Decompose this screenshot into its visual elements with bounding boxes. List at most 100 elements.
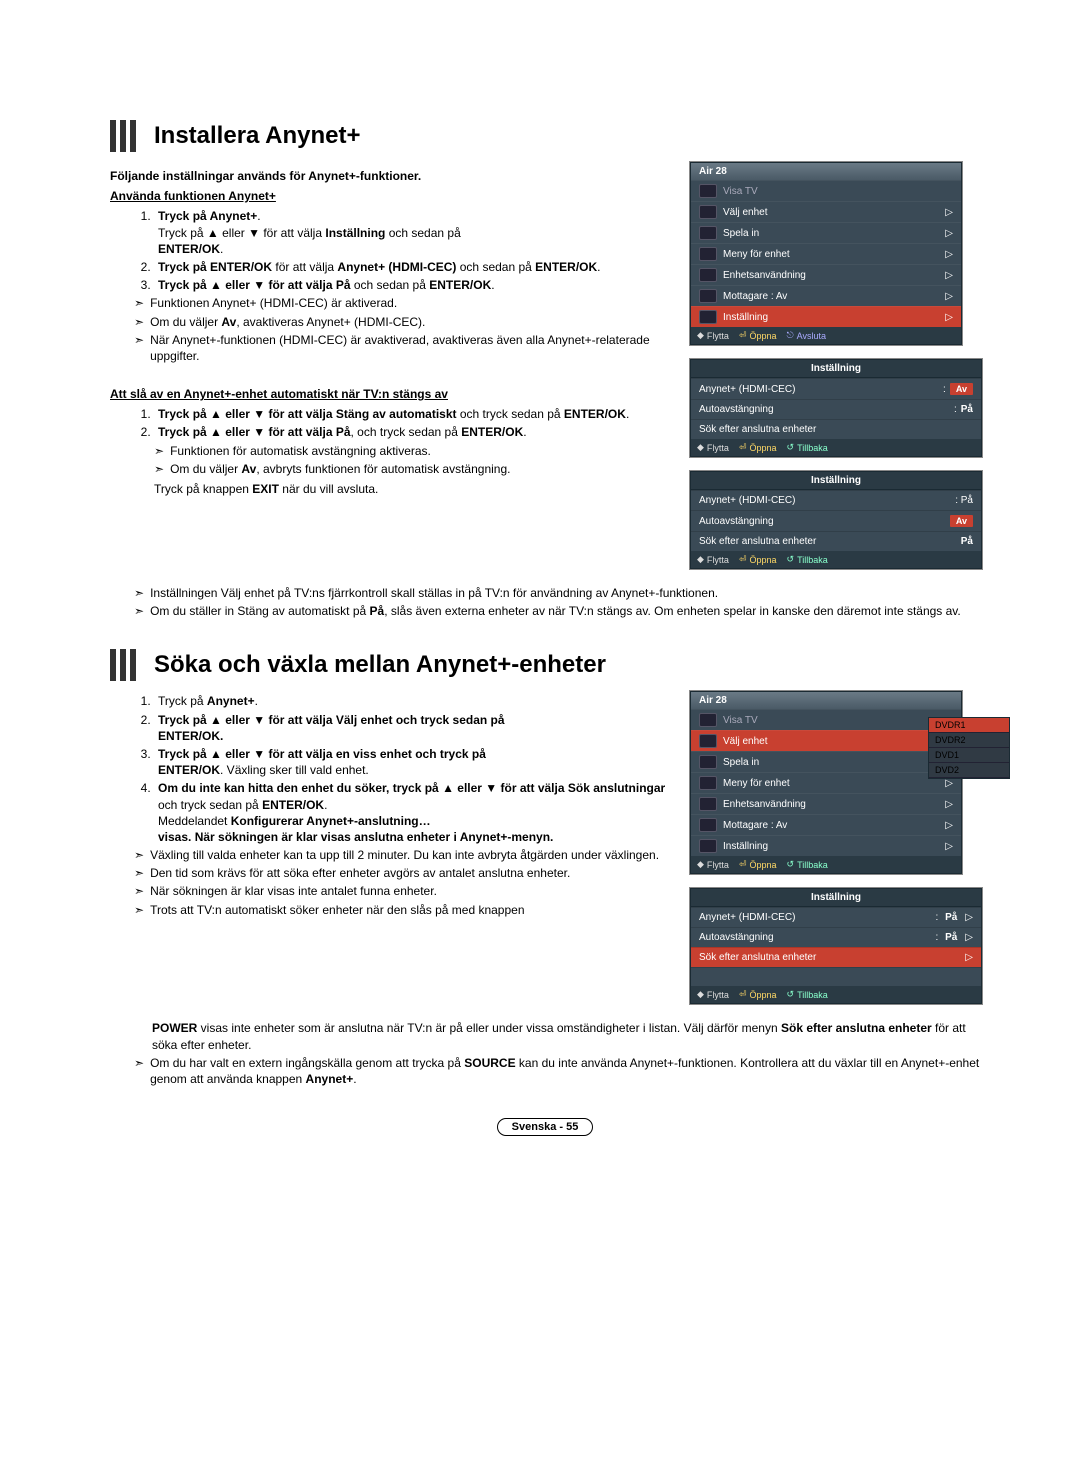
setting-sok: Sök efter anslutna enheter bbox=[699, 536, 961, 547]
osd-air: Air 28 bbox=[691, 692, 961, 709]
use-icon bbox=[699, 797, 717, 811]
device-icon bbox=[699, 734, 717, 748]
exit-icon: ⎋ bbox=[787, 330, 794, 341]
footer-flytta: Flytta bbox=[707, 555, 729, 565]
osd-meny-enhet: Meny för enhet bbox=[723, 249, 941, 260]
setting-autooff: Autoavstängning bbox=[699, 516, 946, 527]
menu-icon bbox=[699, 247, 717, 261]
note-icon: ➣ bbox=[134, 332, 144, 364]
osd-settings-av: Inställning Anynet+ (HDMI-CEC):Av Autoav… bbox=[690, 359, 982, 457]
setting-val-pa: På bbox=[945, 912, 957, 923]
b-note-2: Om du väljer Av, avbryts funktionen för … bbox=[170, 461, 676, 477]
menu-icon bbox=[699, 776, 717, 790]
note-1: Funktionen Anynet+ (HDMI-CEC) är aktiver… bbox=[150, 295, 676, 311]
note-icon: ➣ bbox=[134, 847, 144, 863]
osd-title: Inställning bbox=[691, 360, 981, 378]
osd-meny-enhet: Meny för enhet bbox=[723, 778, 941, 789]
note-3: När Anynet+-funktionen (HDMI-CEC) är ava… bbox=[150, 332, 676, 364]
chevron-right-icon: ▷ bbox=[945, 249, 953, 260]
step-3: Tryck på ▲ eller ▼ för att välja På och … bbox=[154, 277, 676, 293]
note-icon: ➣ bbox=[134, 1055, 144, 1087]
osd-installning: Inställning bbox=[723, 841, 941, 852]
chevron-right-icon: ▷ bbox=[945, 270, 953, 281]
use-icon bbox=[699, 268, 717, 282]
step-1: Tryck på Anynet+. Tryck på ▲ eller ▼ för… bbox=[154, 208, 676, 257]
osd-anynet-menu-2: Air 28 Visa TV Välj enhet▷ Spela in▷ Men… bbox=[690, 691, 962, 874]
s2-note-1: Växling till valda enheter kan ta upp ti… bbox=[150, 847, 676, 863]
chevron-right-icon: ▷ bbox=[945, 312, 953, 323]
note-icon: ➣ bbox=[134, 902, 144, 918]
b-note-1: Funktionen för automatisk avstängning ak… bbox=[170, 443, 676, 459]
chevron-right-icon: ▷ bbox=[945, 228, 953, 239]
footer-oppna: Öppna bbox=[749, 443, 776, 453]
move-icon: ◆ bbox=[697, 554, 704, 565]
exit-line: Tryck på knappen EXIT när du vill avslut… bbox=[154, 481, 676, 497]
footer-oppna: Öppna bbox=[749, 331, 776, 341]
chevron-right-icon: ▷ bbox=[945, 207, 953, 218]
setting-hdmicec: Anynet+ (HDMI-CEC) bbox=[699, 384, 943, 395]
footer-tillbaka: Tillbaka bbox=[797, 555, 828, 565]
steps-list-1: Tryck på Anynet+. Tryck på ▲ eller ▼ för… bbox=[110, 208, 676, 293]
chevron-right-icon: ▷ bbox=[945, 841, 953, 852]
s2-step-3: Tryck på ▲ eller ▼ för att välja en viss… bbox=[154, 746, 676, 778]
chevron-right-icon: ▷ bbox=[945, 820, 953, 831]
note-icon: ➣ bbox=[134, 883, 144, 899]
note-icon: ➣ bbox=[134, 314, 144, 330]
note-icon: ➣ bbox=[134, 585, 144, 601]
s2-note-4-cont: POWER visas inte enheter som är anslutna… bbox=[152, 1020, 980, 1052]
note-2: Om du väljer Av, avaktiveras Anynet+ (HD… bbox=[150, 314, 676, 330]
wide-note-2: Om du ställer in Stäng av automatiskt på… bbox=[150, 603, 980, 619]
footer-tillbaka: Tillbaka bbox=[797, 443, 828, 453]
footer-flytta: Flytta bbox=[707, 331, 729, 341]
tv-icon bbox=[699, 713, 717, 727]
dropdown-pa: På bbox=[961, 536, 973, 547]
osd-title: Inställning bbox=[691, 472, 981, 490]
footer-oppna: Öppna bbox=[749, 555, 776, 565]
chevron-right-icon: ▷ bbox=[965, 932, 973, 943]
footer-tillbaka: Tillbaka bbox=[797, 990, 828, 1000]
sub2-underline: Att slå av en Anynet+-enhet automatiskt … bbox=[110, 386, 676, 402]
device-icon bbox=[699, 205, 717, 219]
section2-title: Söka och växla mellan Anynet+-enheter bbox=[154, 651, 606, 679]
b-step-2: Tryck på ▲ eller ▼ för att välja På, och… bbox=[154, 424, 676, 440]
s2-note-3: När sökningen är klar visas inte antalet… bbox=[150, 883, 676, 899]
footer-oppna: Öppna bbox=[749, 860, 776, 870]
osd-valj-enhet: Välj enhet bbox=[723, 736, 941, 747]
move-icon: ◆ bbox=[697, 330, 704, 341]
osd-valj-enhet: Välj enhet bbox=[723, 207, 941, 218]
setting-val-av: Av bbox=[950, 383, 973, 395]
osd-enhetsanv: Enhetsanvändning bbox=[723, 799, 941, 810]
note-icon: ➣ bbox=[134, 865, 144, 881]
footer-oppna: Öppna bbox=[749, 990, 776, 1000]
osd-visa-tv: Visa TV bbox=[723, 186, 953, 197]
footer-flytta: Flytta bbox=[707, 990, 729, 1000]
chevron-right-icon: ▷ bbox=[945, 291, 953, 302]
receiver-icon bbox=[699, 818, 717, 832]
return-icon: ↺ bbox=[787, 554, 795, 565]
s2-note-5: Om du har valt en extern ingångskälla ge… bbox=[150, 1055, 980, 1087]
osd-anynet-menu: Air 28 Visa TV Välj enhet ▷ Spela in ▷ Men… bbox=[690, 162, 962, 345]
osd-settings-pa: Inställning Anynet+ (HDMI-CEC): På▷ Auto… bbox=[690, 888, 982, 1004]
note-icon: ➣ bbox=[134, 603, 144, 619]
osd-air: Air 28 bbox=[691, 163, 961, 180]
enter-icon: ⏎ bbox=[739, 554, 747, 565]
setting-autooff: Autoavstängning bbox=[699, 932, 936, 943]
section-bars-icon bbox=[110, 649, 140, 681]
setting-val: : På bbox=[955, 495, 973, 506]
setting-sok: Sök efter anslutna enheter bbox=[699, 424, 973, 435]
setting-autooff: Autoavstängning bbox=[699, 404, 954, 415]
return-icon: ↺ bbox=[787, 859, 795, 870]
steps-list-2: Tryck på ▲ eller ▼ för att välja Stäng a… bbox=[110, 406, 676, 440]
setting-val-pa: På bbox=[961, 404, 973, 415]
osd-visa-tv: Visa TV bbox=[723, 715, 953, 726]
enter-icon: ⏎ bbox=[739, 859, 747, 870]
osd-spela-in: Spela in bbox=[723, 228, 941, 239]
s2-note-4-start: Trots att TV:n automatiskt söker enheter… bbox=[150, 902, 676, 918]
s2-note-2: Den tid som krävs för att söka efter enh… bbox=[150, 865, 676, 881]
enter-icon: ⏎ bbox=[739, 442, 747, 453]
device-dvd2: DVD2 bbox=[929, 763, 1009, 778]
return-icon: ↺ bbox=[787, 989, 795, 1000]
step-2: Tryck på ENTER/OK för att välja Anynet+ … bbox=[154, 259, 676, 275]
chevron-right-icon: ▷ bbox=[945, 778, 953, 789]
receiver-icon bbox=[699, 289, 717, 303]
